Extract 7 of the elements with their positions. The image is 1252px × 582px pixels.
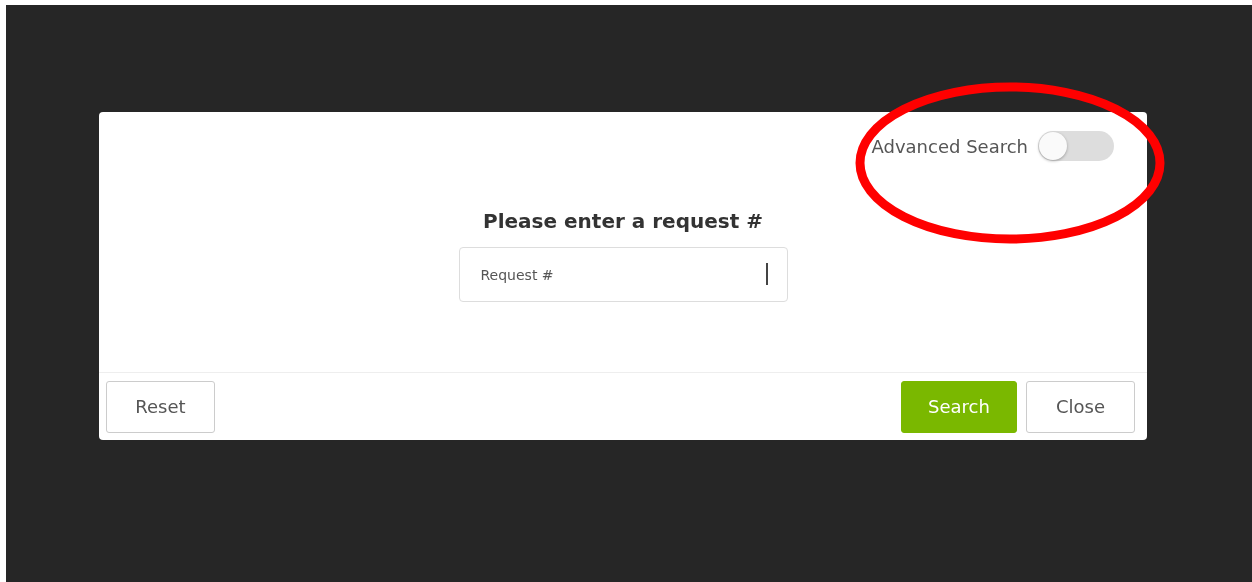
action-button[interactable]: Reset bbox=[106, 380, 215, 433]
dialog-heading: Please enter a request # bbox=[483, 209, 763, 233]
text-cursor-icon bbox=[765, 263, 768, 285]
toggle-label: Advanced Search bbox=[871, 135, 1028, 157]
action-button[interactable]: Close bbox=[1026, 380, 1135, 433]
toggle-switch[interactable] bbox=[1038, 131, 1114, 161]
input-field[interactable]: Request # bbox=[458, 247, 788, 302]
